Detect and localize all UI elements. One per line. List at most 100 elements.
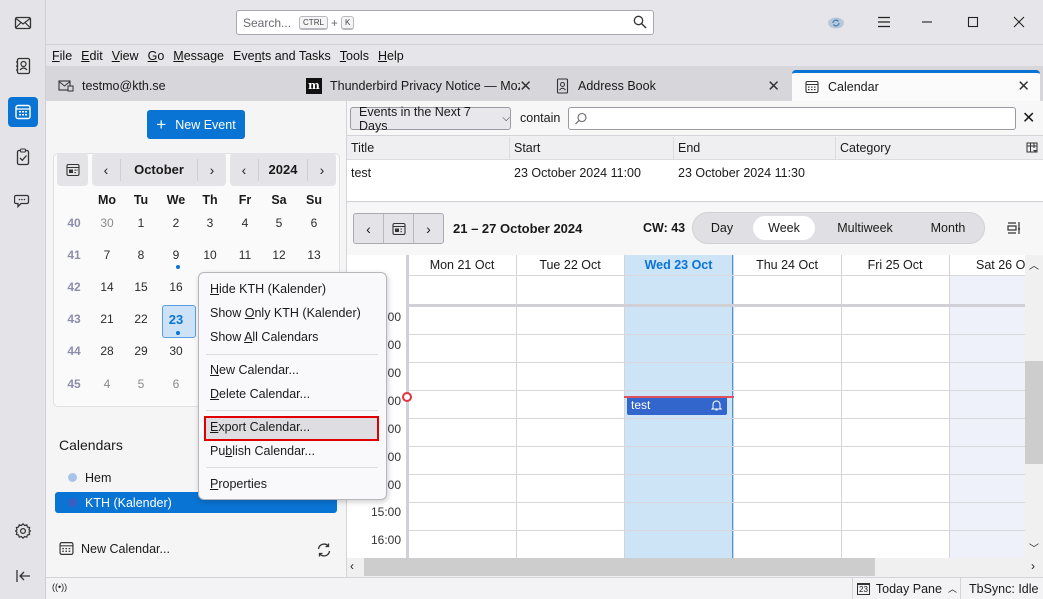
tab-privacy-notice[interactable]: m Thunderbird Privacy Notice — Moz ✕: [294, 70, 542, 101]
menu-go[interactable]: Go: [148, 49, 165, 63]
close-window-button[interactable]: [1007, 10, 1031, 34]
menu-item-export-calendar[interactable]: Export Calendar...: [210, 420, 310, 434]
menu-item-delete-calendar[interactable]: Delete Calendar...: [210, 387, 310, 401]
tab-mail-account[interactable]: testmo@kth.se: [46, 70, 294, 101]
new-event-button[interactable]: + New Event: [147, 110, 245, 139]
close-tab-icon[interactable]: ✕: [767, 77, 780, 95]
tasks-space-button[interactable]: [8, 142, 38, 172]
scroll-up-icon[interactable]: ︿: [1029, 257, 1039, 272]
column-category[interactable]: Category: [840, 141, 891, 155]
column-start[interactable]: Start: [514, 141, 540, 155]
mini-calendar-day[interactable]: 30: [162, 344, 190, 358]
scroll-left-icon[interactable]: ‹: [350, 559, 354, 573]
mini-calendar-day[interactable]: 4: [231, 216, 259, 230]
menu-message[interactable]: Message: [173, 49, 224, 63]
online-status-icon[interactable]: ((•)): [52, 582, 67, 592]
mini-calendar-day[interactable]: 11: [231, 248, 259, 262]
menu-file[interactable]: File: [52, 49, 72, 63]
column-end[interactable]: End: [678, 141, 700, 155]
day-header[interactable]: Sat 26 Oct: [949, 255, 1025, 275]
mini-calendar-day[interactable]: 3: [196, 216, 224, 230]
scroll-right-icon[interactable]: ›: [1031, 559, 1035, 573]
sync-status-button[interactable]: [824, 10, 848, 34]
mini-calendar-day[interactable]: 29: [127, 344, 155, 358]
mini-calendar-day[interactable]: 14: [93, 280, 121, 294]
previous-month-button[interactable]: ‹: [92, 162, 120, 178]
next-week-button[interactable]: ›: [414, 214, 443, 243]
mail-space-button[interactable]: [8, 8, 38, 38]
view-week-button[interactable]: Week: [753, 216, 815, 240]
today-button[interactable]: [384, 214, 414, 243]
today-button[interactable]: [57, 153, 88, 186]
mini-calendar-day[interactable]: 2: [162, 216, 190, 230]
mini-calendar-day[interactable]: 8: [127, 248, 155, 262]
event-row-title[interactable]: test: [351, 166, 371, 180]
mini-calendar-day[interactable]: 6: [300, 216, 328, 230]
mini-calendar-day[interactable]: 5: [265, 216, 293, 230]
view-day-button[interactable]: Day: [699, 216, 745, 240]
event-filter-select[interactable]: Events in the Next 7 Days ⌵: [350, 105, 511, 133]
settings-space-button[interactable]: [8, 516, 38, 546]
event-row-end[interactable]: 23 October 2024 11:30: [678, 166, 805, 180]
next-year-button[interactable]: ›: [308, 162, 336, 178]
horizontal-scrollbar-thumb[interactable]: [364, 558, 875, 576]
scroll-down-icon[interactable]: ﹀: [1029, 540, 1039, 555]
global-search-input[interactable]: Search... CTRL + K: [236, 10, 654, 35]
previous-year-button[interactable]: ‹: [230, 162, 258, 178]
next-month-button[interactable]: ›: [198, 162, 226, 178]
event-row-start[interactable]: 23 October 2024 11:00: [514, 166, 641, 180]
close-tab-icon[interactable]: ✕: [1017, 77, 1030, 95]
event-search-input[interactable]: [568, 107, 1016, 130]
address-book-space-button[interactable]: [8, 51, 38, 81]
mini-calendar-day[interactable]: 10: [196, 248, 224, 262]
view-month-button[interactable]: Month: [915, 216, 981, 240]
day-column[interactable]: [733, 255, 841, 558]
column-picker-icon[interactable]: [1026, 142, 1038, 154]
day-column[interactable]: [949, 255, 1025, 558]
mini-calendar-day[interactable]: 23: [162, 312, 190, 327]
mini-calendar-day[interactable]: 7: [93, 248, 121, 262]
view-options-icon[interactable]: [1006, 220, 1022, 236]
mini-calendar-day[interactable]: 16: [162, 280, 190, 294]
mini-calendar-day[interactable]: 9: [162, 248, 190, 262]
mini-calendar-day[interactable]: 4: [93, 377, 121, 391]
day-header[interactable]: Fri 25 Oct: [841, 255, 949, 275]
mini-calendar-day[interactable]: 13: [300, 248, 328, 262]
new-calendar-button[interactable]: New Calendar...: [59, 541, 170, 556]
mini-calendar-day[interactable]: 6: [162, 377, 190, 391]
menu-item-hide-calendar[interactable]: Hide KTH (Kalender): [210, 282, 326, 296]
maximize-button[interactable]: [961, 10, 985, 34]
refresh-calendars-icon[interactable]: [315, 541, 333, 559]
menu-item-show-all-calendars[interactable]: Show All Calendars: [210, 330, 318, 344]
menu-tools[interactable]: Tools: [340, 49, 369, 63]
mini-calendar-day[interactable]: 28: [93, 344, 121, 358]
tbsync-status[interactable]: TbSync: Idle: [960, 578, 1038, 599]
tab-calendar[interactable]: Calendar ✕: [792, 70, 1040, 101]
day-column[interactable]: [408, 255, 516, 558]
column-separator[interactable]: [509, 137, 510, 160]
menu-item-publish-calendar[interactable]: Publish Calendar...: [210, 444, 315, 458]
chat-space-button[interactable]: [8, 186, 38, 216]
day-header[interactable]: Mon 21 Oct: [408, 255, 516, 275]
close-tab-icon[interactable]: ✕: [519, 77, 532, 95]
column-separator[interactable]: [673, 137, 674, 160]
search-icon[interactable]: [633, 15, 647, 29]
view-multiweek-button[interactable]: Multiweek: [827, 216, 903, 240]
mini-calendar-day[interactable]: 15: [127, 280, 155, 294]
mini-calendar-day[interactable]: 22: [127, 312, 155, 326]
mini-calendar-day[interactable]: 12: [265, 248, 293, 262]
column-separator[interactable]: [835, 137, 836, 160]
day-column[interactable]: [841, 255, 949, 558]
vertical-scrollbar-thumb[interactable]: [1025, 361, 1043, 464]
menu-view[interactable]: View: [112, 49, 139, 63]
mini-calendar-day[interactable]: 30: [93, 216, 121, 230]
calendar-space-button[interactable]: [8, 97, 38, 127]
previous-week-button[interactable]: ‹: [354, 214, 384, 243]
mini-calendar-day[interactable]: 21: [93, 312, 121, 326]
minimize-button[interactable]: [915, 10, 939, 34]
menu-item-show-only-calendar[interactable]: Show Only KTH (Kalender): [210, 306, 361, 320]
menu-item-properties[interactable]: Properties: [210, 477, 267, 491]
mini-calendar-day[interactable]: 5: [127, 377, 155, 391]
day-column[interactable]: [516, 255, 624, 558]
column-title[interactable]: Title: [351, 141, 374, 155]
